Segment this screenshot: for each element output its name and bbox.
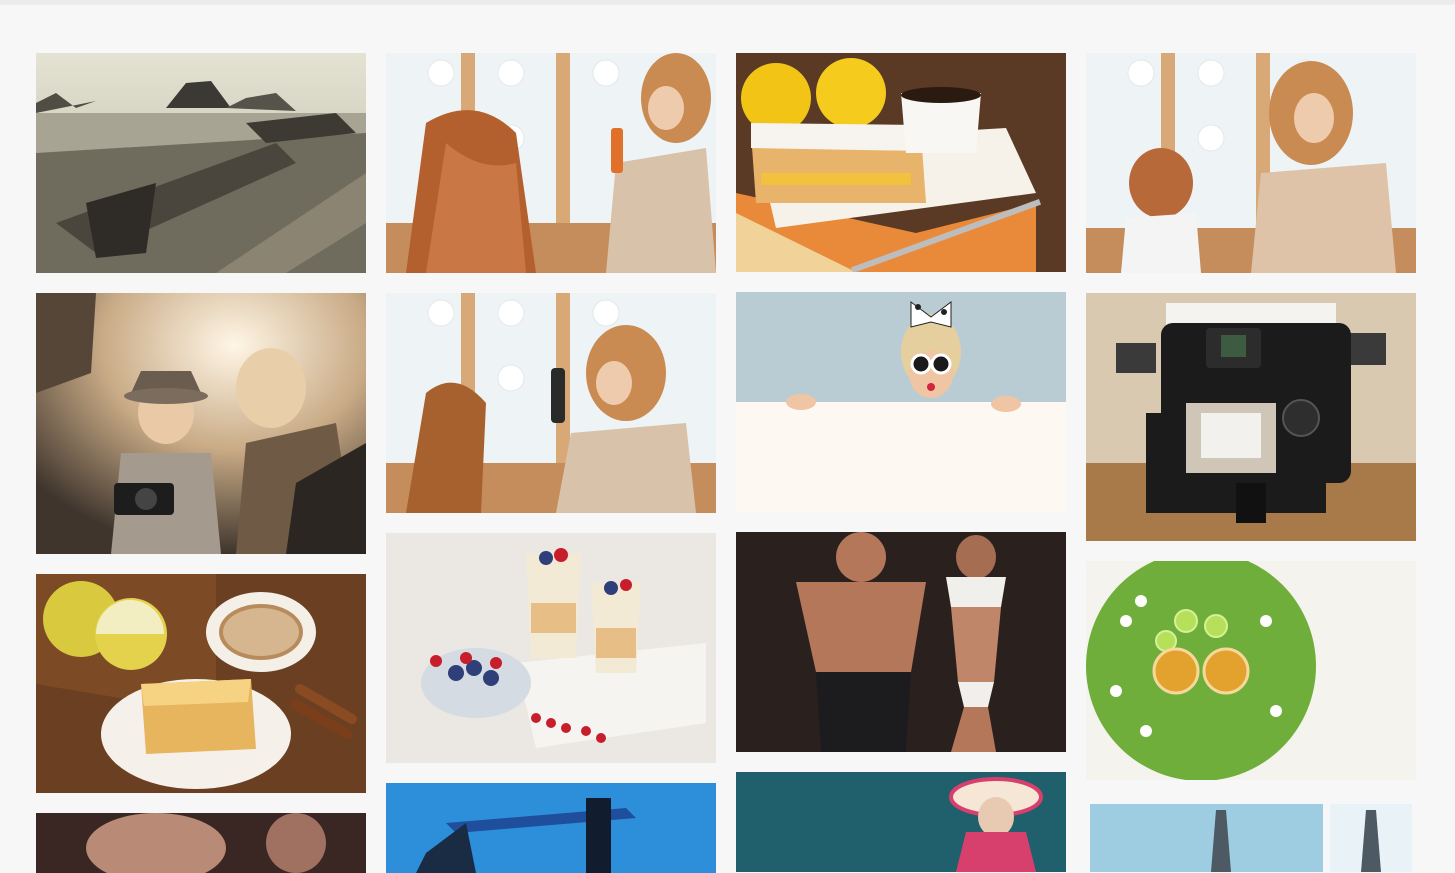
industrial-tower-image — [1086, 800, 1416, 872]
gallery-item-lemon-cake-coffee[interactable] — [736, 53, 1066, 272]
woman-in-sunhat-image — [736, 772, 1066, 872]
gallery-item-construction-crane[interactable] — [386, 783, 716, 873]
apples-coffee-cake-image — [36, 574, 366, 793]
gallery-item-fitness-portrait[interactable] — [36, 813, 366, 873]
lemon-cake-coffee-image — [736, 53, 1066, 272]
berry-dessert-glasses-image — [386, 533, 716, 763]
gallery-item-apples-coffee-cake[interactable] — [36, 574, 366, 793]
driftwood-beach-image — [36, 53, 366, 273]
gallery-item-child-photographer[interactable] — [36, 293, 366, 554]
gallery-item-camera-studio[interactable] — [1086, 293, 1416, 541]
lime-tea-green-tray-image — [1086, 561, 1416, 780]
hairdresser-styling-image — [1086, 53, 1416, 273]
image-gallery-grid — [0, 0, 1455, 873]
child-photographer-image — [36, 293, 366, 554]
fitness-portrait-image — [36, 813, 366, 873]
fitness-couple-image — [736, 532, 1066, 752]
gallery-item-woman-in-sunhat[interactable] — [736, 772, 1066, 872]
construction-crane-image — [386, 783, 716, 873]
camera-studio-image — [1086, 293, 1416, 541]
gallery-item-lime-tea-green-tray[interactable] — [1086, 561, 1416, 780]
gallery-item-industrial-tower[interactable] — [1086, 800, 1416, 872]
hairdresser-spray-image — [386, 53, 716, 273]
gallery-item-driftwood-beach[interactable] — [36, 53, 366, 273]
gallery-item-hairdresser-styling[interactable] — [1086, 53, 1416, 273]
hairdresser-hairspray-image — [386, 293, 716, 513]
gallery-item-berry-dessert-glasses[interactable] — [386, 533, 716, 763]
gallery-item-hairdresser-hairspray[interactable] — [386, 293, 716, 513]
gallery-item-woman-peeking-over-board[interactable] — [736, 292, 1066, 512]
gallery-item-hairdresser-spray[interactable] — [386, 53, 716, 273]
woman-peeking-over-board-image — [736, 292, 1066, 512]
gallery-item-fitness-couple[interactable] — [736, 532, 1066, 752]
